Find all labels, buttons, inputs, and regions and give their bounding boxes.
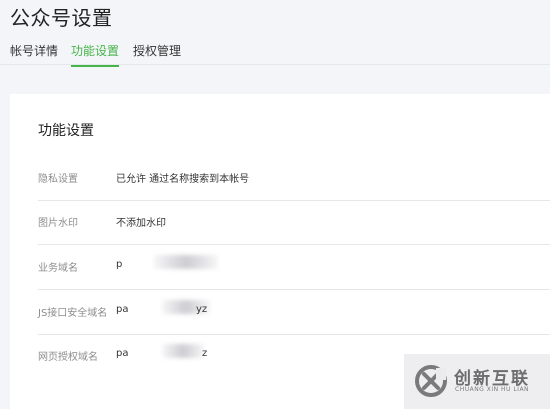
brand-logo-icon [415,365,447,397]
redacted-domain [162,344,204,358]
settings-row-privacy: 隐私设置 已允许 通过名称搜索到本帐号 [38,156,550,201]
settings-row-js-secure-domain: JS接口安全域名 pa yz [38,290,550,335]
row-label: 业务域名 [38,263,78,274]
row-value: pa [116,304,129,315]
row-label: 隐私设置 [38,174,78,185]
row-value-suffix: yz [196,304,208,315]
row-value: 已允许 通过名称搜索到本帐号 [116,174,250,185]
brand-name-en: CHUANG XIN HU LIAN [455,386,530,393]
row-value: pa [116,348,129,359]
row-value-suffix: z [202,348,208,359]
tab-authorization-management[interactable]: 授权管理 [133,42,181,65]
tab-bar: 帐号详情 功能设置 授权管理 [0,34,550,67]
row-value: p [116,259,123,270]
redacted-domain [154,255,218,269]
row-label: 图片水印 [38,218,78,229]
settings-row-business-domain: 业务域名 p [38,245,550,290]
tab-account-details[interactable]: 帐号详情 [10,42,58,65]
tab-function-settings[interactable]: 功能设置 [71,42,120,67]
settings-row-image-watermark: 图片水印 不添加水印 [38,200,550,245]
row-label: JS接口安全域名 [38,308,108,319]
page-title: 公众号设置 [10,6,113,30]
row-value: 不添加水印 [116,218,166,229]
section-title: 功能设置 [38,123,94,139]
row-label: 网页授权域名 [38,352,98,363]
brand-watermark: 创新互联 CHUANG XIN HU LIAN [404,354,550,409]
